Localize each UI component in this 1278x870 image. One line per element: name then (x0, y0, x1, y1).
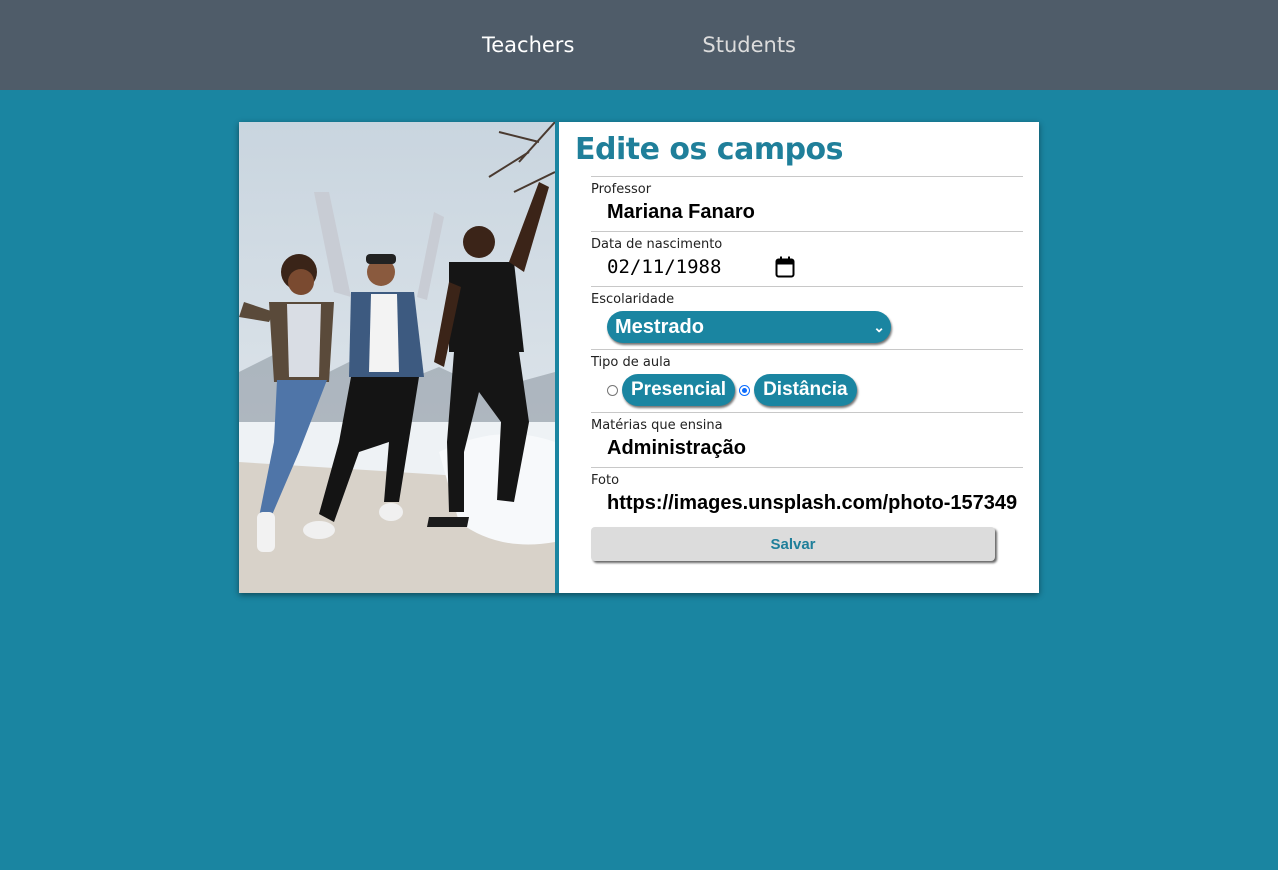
education-field: Escolaridade Mestrado ⌄ (591, 286, 1023, 343)
presencial-radio[interactable] (607, 384, 618, 396)
nav-students-link[interactable]: Students (702, 33, 796, 57)
presencial-option-label[interactable]: Presencial (622, 374, 736, 406)
education-selected-value: Mestrado (615, 315, 704, 338)
class-type-label: Tipo de aula (591, 355, 671, 370)
subjects-label: Matérias que ensina (591, 418, 723, 433)
nav-teachers-link[interactable]: Teachers (482, 33, 574, 57)
education-label: Escolaridade (591, 292, 675, 307)
edit-card: Edite os campos Professor Mariana Fanaro… (239, 122, 1039, 593)
edit-form: Edite os campos Professor Mariana Fanaro… (559, 122, 1039, 593)
subjects-input[interactable]: Administração (607, 433, 1023, 467)
class-type-radio-group: Presencial Distância (591, 370, 1023, 412)
photo-field: Foto https://images.unsplash.com/photo-1… (591, 467, 1023, 522)
professor-field: Professor Mariana Fanaro (591, 176, 1023, 231)
distancia-option-label[interactable]: Distância (754, 374, 857, 406)
birth-date-label: Data de nascimento (591, 237, 723, 252)
calendar-icon[interactable] (775, 256, 795, 278)
birth-date-field: Data de nascimento 02/11/1988 (591, 231, 1023, 286)
photo-url-input[interactable]: https://images.unsplash.com/photo-157349 (607, 488, 1023, 522)
birth-date-value: 02/11/1988 (607, 256, 722, 278)
professor-label: Professor (591, 182, 652, 197)
form-title: Edite os campos (575, 132, 844, 167)
professor-input[interactable]: Mariana Fanaro (607, 197, 1023, 231)
chevron-down-icon: ⌄ (873, 318, 885, 335)
birth-date-input[interactable]: 02/11/1988 (591, 252, 1023, 286)
save-button[interactable]: Salvar (591, 527, 995, 561)
distancia-radio[interactable] (739, 384, 751, 396)
education-select[interactable]: Mestrado ⌄ (607, 311, 891, 343)
subjects-field: Matérias que ensina Administração (591, 412, 1023, 467)
photo-label: Foto (591, 473, 620, 488)
top-navigation: Teachers Students (0, 0, 1278, 90)
teacher-photo (239, 122, 559, 593)
class-type-field: Tipo de aula Presencial Distância (591, 349, 1023, 412)
